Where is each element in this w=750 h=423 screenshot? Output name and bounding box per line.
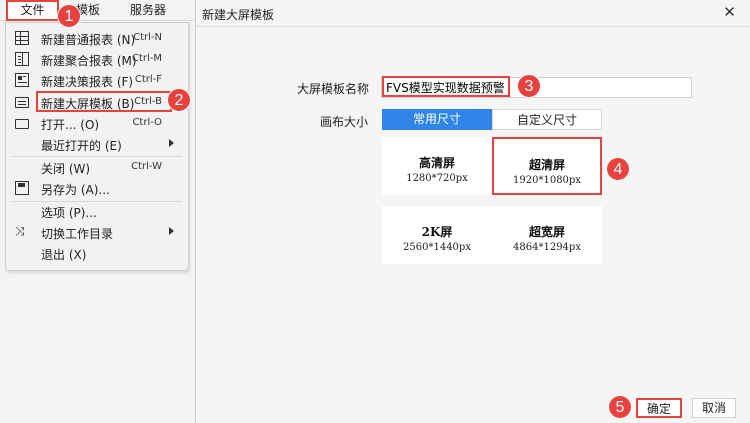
size-name: 高清屏 (418, 156, 455, 170)
dialog-titlebar: 新建大屏模板 ✕ (196, 0, 750, 27)
highlight-template-name (382, 76, 510, 97)
aggregate-report-icon (15, 52, 29, 66)
menu-item-open[interactable]: 打开... (O) Ctrl-O (6, 113, 188, 134)
switch-icon: ⤨ (15, 224, 25, 238)
menu-item-label: 最近打开的 (E) (41, 139, 122, 153)
step-badge-4: 4 (606, 157, 630, 181)
grid-report-icon (15, 31, 29, 45)
dialog-title: 新建大屏模板 (202, 8, 275, 22)
step-badge-3: 3 (517, 74, 541, 98)
menu-item-shortcut: Ctrl-W (131, 161, 162, 172)
screen-template-icon (15, 97, 29, 108)
size-resolution: 2560*1440px (403, 242, 471, 253)
close-icon[interactable]: ✕ (722, 5, 737, 20)
file-dropdown-menu: 新建普通报表 (N) Ctrl-N 新建聚合报表 (M) Ctrl-M 新建决策… (5, 22, 189, 271)
menu-server[interactable]: 服务器 (130, 2, 166, 19)
decision-report-icon (15, 73, 29, 87)
menu-item-label: 另存为 (A)... (41, 183, 110, 197)
submenu-arrow-icon (169, 227, 174, 235)
save-icon (15, 181, 29, 195)
size-card-hd[interactable]: 高清屏 1280*720px (382, 137, 492, 195)
folder-icon (15, 119, 29, 129)
menu-file[interactable]: 文件 (6, 0, 59, 21)
size-name: 2K屏 (421, 225, 453, 239)
menu-item-label: 新建决策报表 (F) (41, 75, 134, 89)
menu-item-shortcut: Ctrl-M (131, 53, 162, 64)
menubar: 文件 模板 服务器 (0, 0, 196, 21)
size-resolution: 1920*1080px (513, 175, 581, 186)
submenu-arrow-icon (169, 139, 174, 147)
menu-item-new-normal-report[interactable]: 新建普通报表 (N) Ctrl-N (6, 28, 188, 49)
tab-common-size[interactable]: 常用尺寸 (382, 109, 492, 130)
new-screen-template-dialog: 新建大屏模板 ✕ 大屏模板名称 画布大小 常用尺寸 自定义尺寸 高清屏 1280… (195, 0, 750, 423)
screenshot-root: 文件 模板 服务器 新建普通报表 (N) Ctrl-N 新建聚合报表 (M) C… (0, 0, 750, 423)
size-card-ultrawide[interactable]: 超宽屏 4864*1294px (492, 206, 602, 264)
tab-custom-size[interactable]: 自定义尺寸 (492, 109, 602, 130)
size-resolution: 4864*1294px (513, 242, 581, 253)
menu-item-new-aggregate-report[interactable]: 新建聚合报表 (M) Ctrl-M (6, 49, 188, 70)
menu-item-save-as[interactable]: 另存为 (A)... (6, 178, 188, 199)
menu-item-label: 选项 (P)... (41, 206, 97, 220)
size-options: 高清屏 1280*720px 超清屏 1920*1080px 2K屏 2560*… (382, 137, 602, 264)
menu-item-new-decision-report[interactable]: 新建决策报表 (F) Ctrl-F (6, 70, 188, 91)
cancel-button[interactable]: 取消 (692, 398, 736, 418)
menu-item-label: 切换工作目录 (41, 227, 114, 241)
size-card-2k[interactable]: 2K屏 2560*1440px (382, 206, 492, 264)
size-name: 超清屏 (528, 158, 565, 172)
size-name: 超宽屏 (528, 225, 565, 239)
menu-item-shortcut: Ctrl-O (132, 117, 162, 128)
template-name-label: 大屏模板名称 (297, 82, 370, 96)
canvas-size-label: 画布大小 (320, 115, 369, 129)
ok-button[interactable]: 确定 (636, 398, 682, 418)
highlight-new-screen-template (36, 91, 172, 112)
menu-item-close[interactable]: 关闭 (W) Ctrl-W (6, 157, 188, 178)
step-badge-1: 1 (57, 4, 81, 28)
menu-item-shortcut: Ctrl-N (133, 32, 162, 43)
menu-item-recent[interactable]: 最近打开的 (E) (6, 134, 188, 155)
size-resolution: 1280*720px (406, 173, 468, 184)
menu-item-label: 关闭 (W) (41, 162, 91, 176)
menu-item-label: 新建普通报表 (N) (41, 33, 136, 47)
menu-item-switch-workdir[interactable]: ⤨ 切换工作目录 (6, 222, 188, 243)
menu-item-shortcut: Ctrl-F (134, 74, 162, 85)
menu-item-label: 打开... (O) (41, 118, 100, 132)
menu-item-label: 新建聚合报表 (M) (41, 54, 137, 68)
menu-item-label: 退出 (X) (41, 248, 87, 262)
size-card-fhd[interactable]: 超清屏 1920*1080px (492, 137, 602, 195)
menu-item-exit[interactable]: 退出 (X) (6, 243, 188, 264)
step-badge-2: 2 (167, 88, 191, 112)
menu-item-options[interactable]: 选项 (P)... (6, 201, 188, 222)
step-badge-5: 5 (608, 395, 632, 419)
